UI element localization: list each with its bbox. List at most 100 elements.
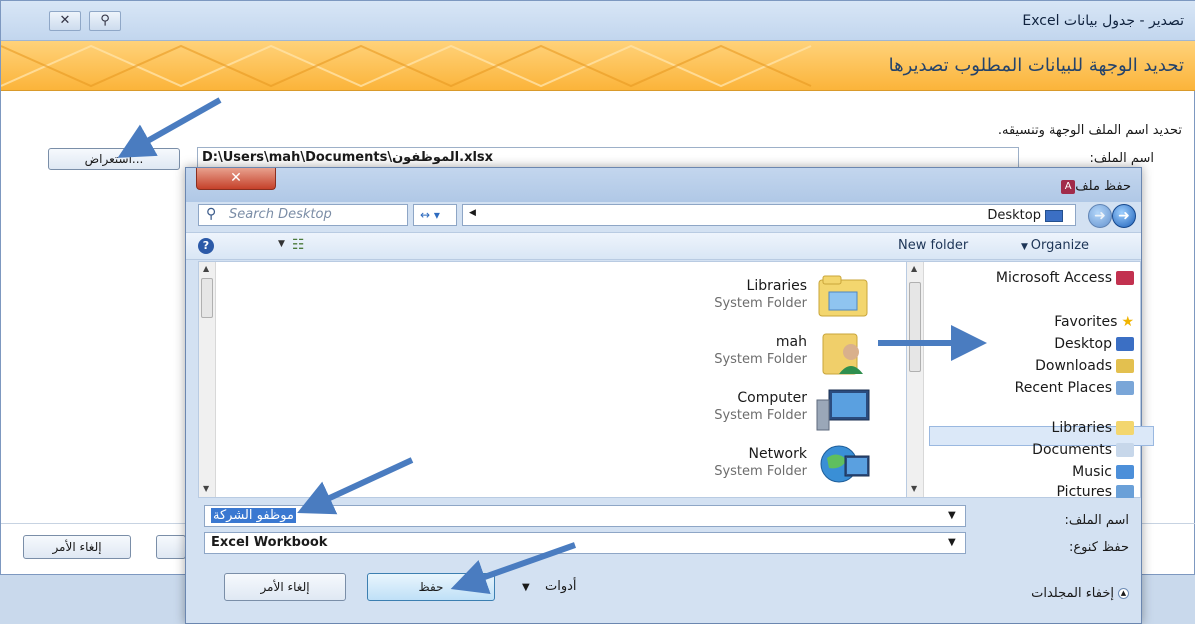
desktop-folder-icon <box>1045 210 1063 222</box>
documents-icon <box>1116 443 1134 457</box>
banner-title: تحديد الوجهة للبيانات المطلوب تصديرها <box>888 55 1184 76</box>
nav-item-documents[interactable]: Documents <box>1032 442 1134 458</box>
tools-button[interactable]: أدوات <box>545 579 577 594</box>
nav-back-icon[interactable]: ➜ <box>1112 204 1136 228</box>
file-type: System Folder <box>714 296 807 311</box>
savetype-dropdown-icon[interactable]: ▼ <box>948 537 956 548</box>
wizard-titlebar: ✕ ⚲ تصدير - جدول بيانات Excel <box>1 1 1195 41</box>
access-icon <box>1116 271 1134 285</box>
nav-label: Documents <box>1032 442 1112 458</box>
filename-dropdown-icon[interactable]: ▼ <box>948 510 956 521</box>
help-icon[interactable]: ? <box>198 238 214 254</box>
refresh-button[interactable]: ↔ ▾ <box>413 204 457 226</box>
address-text: Desktop <box>987 208 1041 223</box>
user-folder-icon <box>822 333 863 375</box>
file-type: System Folder <box>714 408 807 423</box>
libraries-folder-icon <box>818 275 868 317</box>
save-button[interactable]: حفظ <box>367 573 495 601</box>
list-item-mah[interactable]: mah System Folder <box>599 326 899 380</box>
nav-label: Libraries <box>1051 420 1112 436</box>
address-bar[interactable]: ◀ Desktop <box>462 204 1076 226</box>
dialog-title-wrap: حفظ ملفA <box>1057 179 1131 194</box>
wizard-filename-label: اسم الملف: <box>1089 151 1154 166</box>
dialog-toolbar: ? ▼ ☷ New folder ▼ Organize <box>186 232 1141 260</box>
file-list-scrollbar[interactable]: ▲ ▼ <box>199 262 216 497</box>
list-item-computer[interactable]: Computer System Folder <box>599 382 899 436</box>
collapse-icon: ▲ <box>1118 588 1129 599</box>
hide-folders-toggle[interactable]: ▲ إخفاء المجلدات <box>1031 586 1129 601</box>
organize-dropdown-icon: ▼ <box>1021 242 1031 252</box>
wizard-banner: تحديد الوجهة للبيانات المطلوب تصديرها <box>1 41 1195 91</box>
desktop-icon <box>1116 337 1134 351</box>
dialog-filename-input[interactable]: موظفو الشركة <box>204 505 966 527</box>
network-icon <box>820 445 870 483</box>
computer-icon <box>816 389 870 431</box>
nav-item-pictures[interactable]: Pictures <box>1057 484 1134 498</box>
nav-item-libraries[interactable]: Libraries <box>1052 420 1134 436</box>
nav-item-desktop[interactable]: Desktop <box>1054 336 1134 352</box>
scroll-down-icon[interactable]: ▼ <box>203 484 209 493</box>
nav-item-microsoft-access[interactable]: Microsoft Access <box>996 270 1134 286</box>
pictures-icon <box>1116 485 1134 498</box>
file-name: Computer <box>737 390 807 406</box>
music-icon <box>1116 465 1134 479</box>
dialog-cancel-button[interactable]: إلغاء الأمر <box>224 573 346 601</box>
nav-item-downloads[interactable]: Downloads <box>1035 358 1134 374</box>
nav-item-recent-places[interactable]: Recent Places <box>1015 380 1134 396</box>
nav-item-favorites[interactable]: Favorites ★ <box>1054 314 1134 330</box>
save-file-dialog: ✕ حفظ ملفA Search Desktop ⚲ ↔ ▾ ◀ Deskto… <box>185 167 1154 624</box>
recent-places-icon <box>1116 381 1134 395</box>
quick-access-close-icon[interactable]: ✕ <box>49 11 81 31</box>
file-list-pane: ▲ ▼ Libraries System Folder mah System F… <box>198 261 908 498</box>
savetype-label: حفظ كنوع: <box>1068 540 1129 555</box>
views-icon[interactable]: ☷ <box>292 237 305 253</box>
new-folder-button[interactable]: New folder <box>898 238 968 253</box>
nav-scroll-thumb[interactable] <box>909 282 921 372</box>
nav-label: Music <box>1072 464 1112 480</box>
filename-selected-text: موظفو الشركة <box>211 508 296 523</box>
dialog-close-button[interactable]: ✕ <box>196 168 276 190</box>
nav-scroll-up-icon[interactable]: ▲ <box>911 264 917 273</box>
libraries-icon <box>1116 421 1134 435</box>
nav-forward-icon[interactable]: ➜ <box>1088 204 1112 228</box>
wizard-title: تصدير - جدول بيانات Excel <box>1022 13 1184 29</box>
file-name: Libraries <box>746 278 807 294</box>
browse-button[interactable]: استعراض... <box>48 148 180 170</box>
hide-folders-label: إخفاء المجلدات <box>1031 586 1114 601</box>
file-type: System Folder <box>714 464 807 479</box>
access-app-icon: A <box>1061 179 1076 194</box>
wizard-back-button[interactable] <box>156 535 186 559</box>
nav-label: Downloads <box>1035 358 1112 374</box>
scroll-up-icon[interactable]: ▲ <box>203 264 209 273</box>
wizard-instruction: تحديد اسم الملف الوجهة وتنسيقه. <box>997 123 1182 138</box>
address-dropdown-icon[interactable]: ◀ <box>469 208 476 218</box>
dialog-filename-label: اسم الملف: <box>1064 513 1129 528</box>
list-item-libraries[interactable]: Libraries System Folder <box>599 270 899 324</box>
nav-label: Recent Places <box>1014 380 1112 396</box>
nav-scrollbar[interactable]: ▲ ▼ <box>907 262 924 497</box>
dialog-title: حفظ ملف <box>1075 179 1131 194</box>
nav-label: Favorites <box>1054 314 1118 330</box>
search-input[interactable]: Search Desktop <box>198 204 408 226</box>
wizard-cancel-button[interactable]: إلغاء الأمر <box>23 535 131 559</box>
nav-scroll-down-icon[interactable]: ▼ <box>911 484 917 493</box>
nav-label: Desktop <box>1054 336 1112 352</box>
star-icon: ★ <box>1121 314 1134 330</box>
nav-item-music[interactable]: Music <box>1072 464 1134 480</box>
nav-label: Microsoft Access <box>995 270 1112 286</box>
savetype-select[interactable]: Excel Workbook <box>204 532 966 554</box>
views-dropdown-icon[interactable]: ▼ <box>278 239 285 249</box>
navigation-pane: ▲ ▼ Microsoft Access Favorites ★ Desktop … <box>906 261 1154 498</box>
organize-label: Organize <box>1030 238 1090 253</box>
file-type: System Folder <box>714 352 807 367</box>
scroll-thumb[interactable] <box>201 278 213 318</box>
list-item-network[interactable]: Network System Folder <box>599 438 899 492</box>
downloads-icon <box>1116 359 1134 373</box>
wizard-filename-input[interactable]: D:\Users\mah\Documents\الموظفون.xlsx <box>197 147 1019 169</box>
quick-access-help-icon[interactable]: ⚲ <box>89 11 121 31</box>
file-name: Network <box>748 446 807 462</box>
search-icon: ⚲ <box>206 206 217 222</box>
nav-label: Pictures <box>1056 484 1112 498</box>
organize-button[interactable]: ▼ Organize <box>1021 238 1089 253</box>
tools-dropdown-icon[interactable]: ▼ <box>522 582 530 593</box>
